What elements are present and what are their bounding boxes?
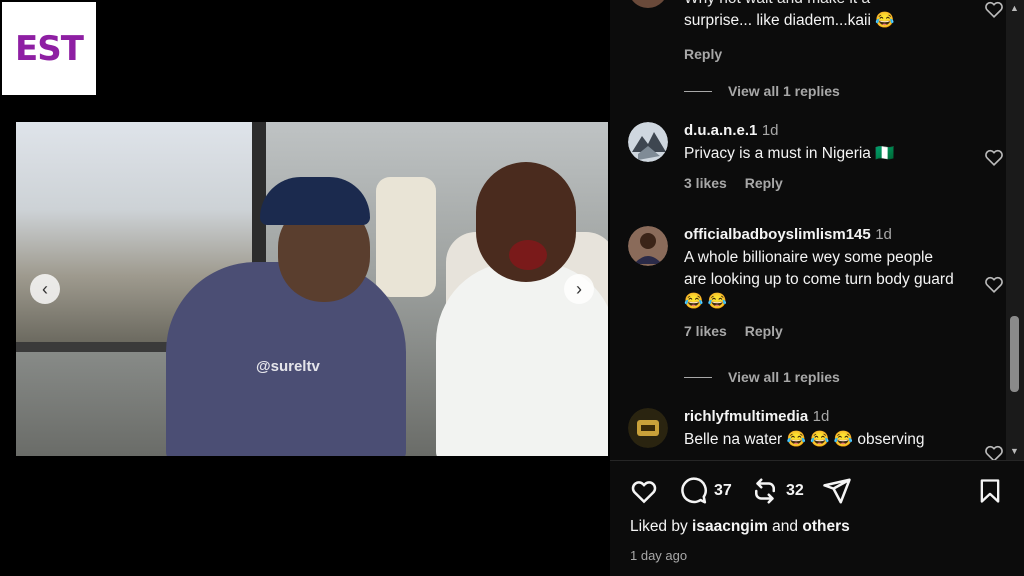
headrest [376, 177, 436, 297]
avatar[interactable] [628, 122, 668, 162]
comments-list[interactable]: Why not wait and make it a surprise... l… [610, 0, 1010, 460]
person-left-cap [260, 177, 370, 225]
liked-by-others[interactable]: others [802, 518, 849, 535]
comment-body: Why not wait and make it a surprise... l… [684, 0, 954, 62]
reply-button[interactable]: Reply [745, 175, 783, 191]
scroll-up-arrow-icon[interactable]: ▲ [1009, 3, 1020, 13]
share-button[interactable] [822, 476, 852, 506]
comment-text: surprise... like diadem...kaii 😂 [684, 12, 895, 29]
avatar[interactable] [628, 408, 668, 448]
repost-button[interactable]: 32 [750, 476, 804, 506]
like-button[interactable] [628, 476, 660, 506]
liked-by-user[interactable]: isaacngim [692, 518, 768, 535]
comment-count: 37 [714, 482, 732, 499]
channel-logo: EST [2, 2, 96, 95]
send-icon [823, 478, 851, 504]
comment-body: richlyfmultimedia 1d Belle na water 😂 😂 … [684, 408, 954, 451]
view-replies-button[interactable]: View all 1 replies [684, 83, 840, 99]
liked-by-joiner: and [772, 518, 799, 535]
reply-button[interactable]: Reply [684, 46, 722, 62]
avatar[interactable] [628, 226, 668, 266]
avatar[interactable] [628, 0, 668, 8]
comment-body: officialbadboyslimlism145 1d A whole bil… [684, 226, 954, 339]
post-actions-bar: 37 32 [628, 476, 1018, 508]
post-age: 1 day ago [630, 548, 688, 563]
comment-text: A whole billionaire wey some people are … [684, 249, 954, 310]
liked-by-prefix: Liked by [630, 518, 688, 535]
heart-icon [631, 481, 657, 504]
reply-button[interactable]: Reply [745, 323, 783, 339]
likes-count[interactable]: 7 likes [684, 323, 727, 339]
comment-icon [681, 477, 707, 504]
likes-count[interactable]: 3 likes [684, 175, 727, 191]
logo-text: EST [15, 28, 84, 69]
liked-by-line: Liked by isaacngim and others [630, 518, 850, 536]
comment-meta: 3 likes Reply [684, 175, 954, 191]
comment-meta: 7 likes Reply [684, 323, 954, 339]
heart-icon[interactable] [983, 442, 1005, 460]
view-replies-button[interactable]: View all 1 replies [684, 369, 840, 385]
chevron-right-icon: › [576, 278, 582, 299]
bookmark-icon [980, 479, 1000, 503]
chevron-left-icon: ‹ [42, 278, 48, 299]
heart-icon[interactable] [983, 146, 1005, 168]
comment-text: Belle na water 😂 😂 😂 observing [684, 431, 925, 448]
comment-time: 1d [812, 408, 830, 425]
heart-icon[interactable] [983, 273, 1005, 295]
previous-slide-button[interactable]: ‹ [30, 274, 60, 304]
person-right-mouth [509, 240, 547, 270]
view-replies-label: View all 1 replies [728, 83, 840, 99]
video-player[interactable]: @sureltv ‹ › [16, 122, 608, 456]
scrollbar-thumb[interactable] [1010, 316, 1019, 392]
next-slide-button[interactable]: › [564, 274, 594, 304]
repost-icon [755, 478, 775, 504]
comment-username[interactable]: richlyfmultimedia [684, 408, 808, 425]
divider-line [684, 376, 712, 378]
comment-meta: Reply [684, 46, 954, 62]
comment-button[interactable]: 37 [678, 476, 732, 506]
view-replies-label: View all 1 replies [728, 369, 840, 385]
comment-body: d.u.a.n.e.1 1d Privacy is a must in Nige… [684, 122, 954, 191]
heart-icon[interactable] [983, 0, 1005, 20]
comment-text: Why not wait and make it a [684, 0, 954, 10]
comment-text: Privacy is a must in Nigeria 🇳🇬 [684, 145, 895, 162]
comment-username[interactable]: officialbadboyslimlism145 [684, 226, 871, 243]
save-button[interactable] [976, 476, 1004, 506]
comment-time: 1d [875, 226, 892, 243]
comment-time: 1d [761, 122, 779, 139]
scroll-down-arrow-icon[interactable]: ▼ [1009, 446, 1020, 456]
repost-count: 32 [786, 482, 804, 499]
comment-username[interactable]: d.u.a.n.e.1 [684, 122, 757, 139]
video-watermark: @sureltv [256, 358, 320, 375]
actions-divider [610, 460, 1024, 461]
divider-line [684, 90, 712, 92]
media-area: EST @sureltv ‹ › [0, 0, 610, 576]
